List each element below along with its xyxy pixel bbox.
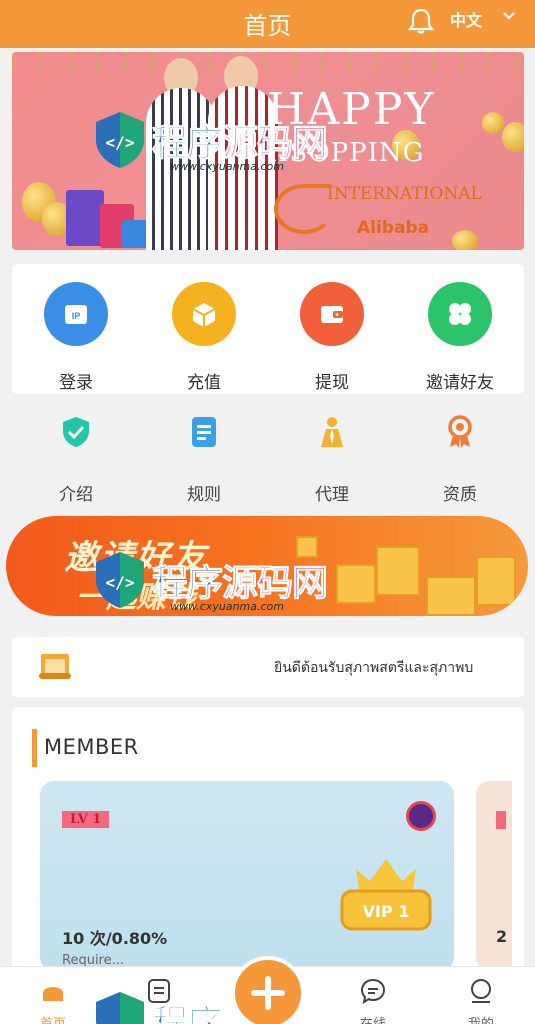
action-intro[interactable]: 介绍 [12, 414, 140, 505]
notice-message: ยินดีต้อนรับสุภาพสตรีและสุภาพบ [274, 660, 474, 676]
scroll-icon [39, 654, 71, 679]
action-label: 代理 [315, 485, 349, 505]
language-selector[interactable]: 中文 [450, 7, 482, 31]
action-label: 介绍 [59, 485, 93, 505]
coin-decoration [482, 112, 504, 134]
banner-international: INTERNATIONAL [327, 184, 482, 204]
coin-decoration [452, 230, 478, 250]
member-section: MEMBER LV 1 VIP 1 10 次/0.80% Require... … [12, 707, 524, 971]
vip-badge-icon [406, 801, 436, 831]
vip-crown-icon: VIP 1 [340, 859, 432, 931]
model-figure [146, 88, 216, 250]
ip-icon: IP [44, 282, 108, 346]
tab-online[interactable]: 在线 [338, 977, 408, 1024]
gift-box-decoration [376, 546, 420, 596]
main-actions-card: IP 登录 充值 提现 邀请好友 [12, 264, 524, 394]
tab-home[interactable]: 首页 [18, 977, 88, 1024]
action-withdraw[interactable]: 提现 [268, 282, 396, 393]
tab-label: 我的 [446, 1013, 516, 1024]
gift-decoration [66, 190, 104, 246]
chat-icon [360, 978, 386, 1005]
action-label: 邀请好友 [426, 373, 494, 393]
gift-box-decoration [426, 576, 476, 616]
action-recharge[interactable]: 充值 [140, 282, 268, 393]
agent-icon [321, 417, 343, 447]
banner-subline: IISOPPING [267, 138, 425, 168]
promo-banner[interactable]: HAPPY IISOPPING INTERNATIONAL Alibaba [12, 52, 524, 250]
plus-button[interactable] [231, 956, 305, 1024]
invite-friends-banner[interactable]: 邀请好友 一起赚钱 [6, 516, 528, 616]
top-header: 首页 中文 [0, 0, 535, 48]
tab-list[interactable] [124, 977, 194, 1013]
brand-logo-mark [274, 184, 334, 234]
bell-icon[interactable] [406, 6, 436, 36]
vip-badge-label: VIP 1 [363, 902, 410, 921]
action-qualification[interactable]: 资质 [396, 414, 524, 505]
award-icon [448, 415, 472, 448]
banner-decoration [12, 52, 524, 74]
banner-headline: HAPPY [267, 84, 436, 135]
coin-decoration [502, 122, 524, 152]
clover-icon [428, 282, 492, 346]
banner-brand: Alibaba [357, 218, 430, 238]
invite-banner-subtitle: 一起赚钱 [76, 580, 196, 615]
tab-label: 在线 [338, 1013, 408, 1024]
action-label: 规则 [187, 485, 221, 505]
svg-text:IP: IP [72, 311, 81, 321]
action-invite[interactable]: 邀请好友 [396, 282, 524, 393]
document-icon [192, 417, 216, 447]
vip-card-next[interactable]: 2 [476, 781, 512, 971]
vip-rate: 10 次/0.80% [62, 929, 168, 948]
action-label: 登录 [59, 373, 93, 393]
user-icon [471, 979, 491, 1003]
vip-level-tag: LV 1 [62, 811, 110, 828]
vip-card[interactable]: LV 1 VIP 1 10 次/0.80% Require... [40, 781, 454, 971]
section-accent-bar [32, 729, 37, 767]
shield-check-icon [63, 417, 89, 447]
vip-rate: 2 [496, 927, 508, 946]
action-label: 资质 [443, 485, 477, 505]
action-agent[interactable]: 代理 [268, 414, 396, 505]
action-login[interactable]: IP 登录 [12, 282, 140, 393]
wallet-icon [300, 282, 364, 346]
gift-box-decoration [296, 536, 318, 558]
plus-icon [265, 976, 271, 1010]
action-rules[interactable]: 规则 [140, 414, 268, 505]
tab-label: 首页 [18, 1013, 88, 1024]
tab-mine[interactable]: 我的 [446, 977, 516, 1024]
action-label: 提现 [315, 373, 349, 393]
notice-bar[interactable]: ยินดีต้อนรับสุภาพสตรีและสุภาพบ [12, 637, 524, 697]
list-icon [148, 979, 170, 1003]
member-title: MEMBER [44, 735, 139, 759]
gift-box-decoration [336, 564, 376, 604]
home-icon [43, 987, 63, 1001]
action-label: 充值 [187, 373, 221, 393]
gift-box-decoration [476, 556, 516, 606]
cube-icon [172, 282, 236, 346]
vip-level-tag [496, 811, 506, 829]
chevron-down-icon[interactable] [502, 9, 516, 23]
